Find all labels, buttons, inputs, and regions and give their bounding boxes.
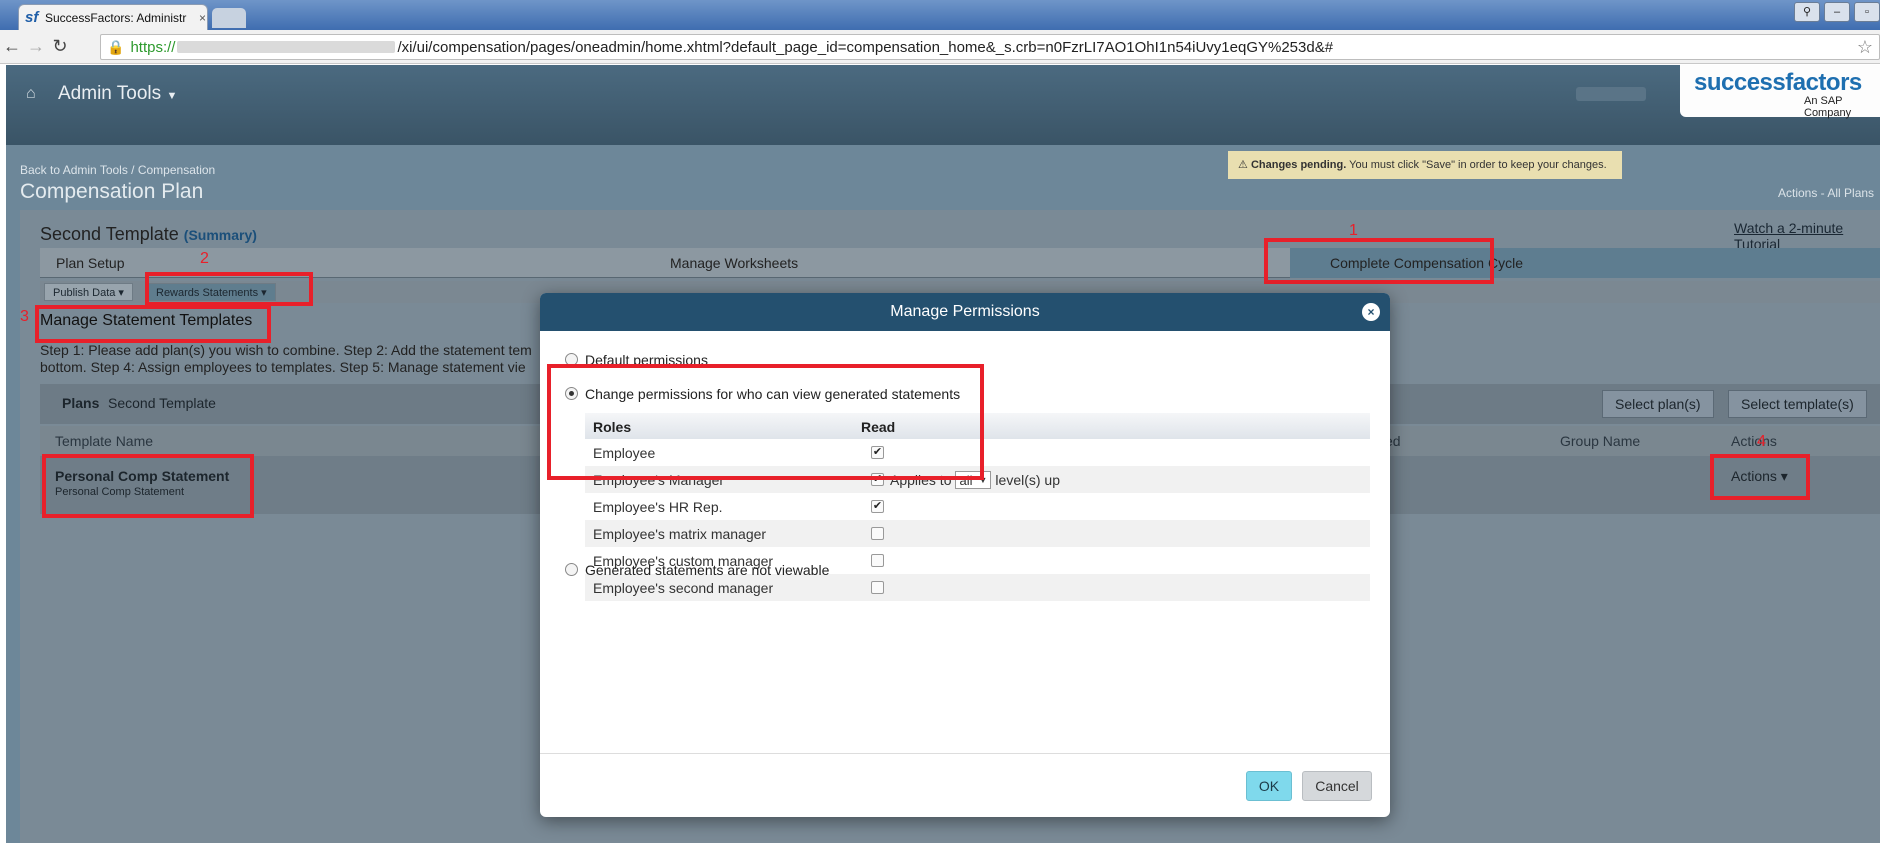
- col-group-name: Group Name: [1560, 433, 1641, 449]
- forward-icon[interactable]: →: [24, 36, 48, 57]
- dialog-footer: OK Cancel: [540, 753, 1390, 817]
- read-checkbox[interactable]: [871, 581, 884, 594]
- summary-link[interactable]: (Summary): [184, 227, 257, 243]
- pending-message: You must click "Save" in order to keep y…: [1349, 159, 1607, 171]
- app-header: ⌂ Admin Tools ▼ successfactors An SAP Co…: [6, 65, 1880, 145]
- annotation-box-2: [145, 272, 313, 306]
- annotation-number-1: 1: [1349, 222, 1358, 239]
- browser-tab-title: SuccessFactors: Administr: [45, 10, 187, 25]
- back-icon[interactable]: ←: [0, 36, 24, 57]
- close-icon[interactable]: ×: [1362, 303, 1380, 321]
- logo-wordmark: successfactors: [1694, 69, 1862, 96]
- manage-permissions-dialog: Manage Permissions × Default permissions…: [540, 293, 1390, 817]
- template-title: Second Template (Summary): [40, 224, 257, 245]
- admin-tools-label: Admin Tools: [58, 83, 162, 104]
- tab-close-icon[interactable]: ×: [199, 11, 206, 25]
- breadcrumb[interactable]: Back to Admin Tools / Compensation: [20, 163, 215, 177]
- pending-label: Changes pending.: [1250, 159, 1347, 171]
- role-name: Employee's matrix manager: [593, 526, 767, 542]
- chevron-down-icon: ▼: [166, 90, 178, 102]
- plans-value: Second Template: [108, 395, 216, 411]
- browser-tab[interactable]: sf SuccessFactors: Administr ×: [18, 4, 208, 30]
- annotation-number-2: 2: [200, 250, 209, 267]
- actions-all-plans-link[interactable]: Actions - All Plans: [1778, 186, 1874, 200]
- table-row: Employee's HR Rep. ✔: [585, 493, 1370, 520]
- plans-label: Plans: [62, 395, 100, 411]
- logo-tagline: An SAP Company: [1804, 95, 1852, 119]
- redacted-host: [177, 41, 396, 53]
- url-field[interactable]: 🔒 https:// /xi/ui/compensation/pages/one…: [100, 34, 1880, 60]
- read-checkbox[interactable]: [871, 527, 884, 540]
- redacted-user-menu[interactable]: [1576, 87, 1646, 101]
- minimize-icon[interactable]: –: [1824, 2, 1850, 22]
- step-manage-worksheets[interactable]: Manage Worksheets: [670, 255, 798, 271]
- warning-icon: ⚠: [1238, 159, 1248, 171]
- read-checkbox[interactable]: [871, 554, 884, 567]
- ok-button[interactable]: OK: [1246, 771, 1292, 801]
- annotation-box-row: [42, 454, 254, 518]
- reload-icon[interactable]: ↻: [48, 36, 72, 57]
- successfactors-favicon: sf: [25, 8, 39, 26]
- not-viewable-radio[interactable]: [565, 563, 578, 576]
- url-scheme: https://: [130, 38, 176, 56]
- changes-pending-banner: ⚠ Changes pending. You must click "Save"…: [1228, 151, 1622, 179]
- col-template-name: Template Name: [55, 433, 154, 449]
- dialog-header: Manage Permissions ×: [540, 293, 1390, 331]
- instructions: Step 1: Please add plan(s) you wish to c…: [40, 342, 532, 376]
- annotation-number-4: 4: [1757, 433, 1766, 450]
- select-templates-button[interactable]: Select template(s): [1728, 390, 1867, 418]
- browser-tab-strip: sf SuccessFactors: Administr × ⚲ – ▫: [0, 0, 1880, 30]
- cancel-button[interactable]: Cancel: [1302, 771, 1372, 801]
- instructions-line-1: Step 1: Please add plan(s) you wish to c…: [40, 342, 532, 358]
- not-viewable-label[interactable]: Generated statements are not viewable: [585, 562, 829, 578]
- admin-tools-menu[interactable]: Admin Tools ▼: [58, 83, 177, 105]
- role-name: Employee's HR Rep.: [593, 499, 723, 515]
- new-tab-button[interactable]: [212, 8, 246, 28]
- home-icon[interactable]: ⌂: [26, 85, 36, 103]
- select-plans-button[interactable]: Select plan(s): [1602, 390, 1714, 418]
- maximize-icon[interactable]: ▫: [1854, 2, 1880, 22]
- template-name: Second Template: [40, 224, 179, 244]
- process-steps: Plan Setup Manage Worksheets Complete Co…: [40, 248, 1880, 278]
- annotation-box-1: [1264, 238, 1494, 284]
- annotation-box-4: [1710, 454, 1810, 500]
- levels-up-label: level(s) up: [995, 472, 1061, 488]
- table-row: Employee's second manager: [585, 574, 1370, 601]
- dialog-title: Manage Permissions: [890, 303, 1040, 320]
- page-title: Compensation Plan: [20, 180, 204, 203]
- table-row: Employee's matrix manager: [585, 520, 1370, 547]
- role-name: Employee's second manager: [593, 580, 774, 596]
- annotation-number-3: 3: [20, 308, 29, 325]
- instructions-line-2: bottom. Step 4: Assign employees to temp…: [40, 359, 526, 375]
- annotation-box-permissions: [547, 364, 984, 480]
- user-icon[interactable]: ⚲: [1794, 2, 1820, 22]
- address-bar-row: ← → ↻ 🔒 https:// /xi/ui/compensation/pag…: [0, 30, 1880, 64]
- read-checkbox[interactable]: ✔: [871, 500, 884, 513]
- url-path: /xi/ui/compensation/pages/oneadmin/home.…: [397, 38, 1334, 56]
- publish-data-tab[interactable]: Publish Data ▾: [44, 283, 133, 301]
- summary-label: Summary: [188, 227, 253, 243]
- lock-icon: 🔒: [107, 38, 125, 55]
- publish-data-label: Publish Data: [53, 287, 116, 299]
- successfactors-logo: successfactors An SAP Company: [1680, 65, 1880, 119]
- window-controls: ⚲ – ▫: [1794, 2, 1880, 22]
- annotation-box-3: [35, 305, 271, 343]
- step-plan-setup[interactable]: Plan Setup: [56, 255, 125, 271]
- bookmark-star-icon[interactable]: ☆: [1857, 37, 1873, 58]
- col-actions: Actions: [1731, 433, 1777, 449]
